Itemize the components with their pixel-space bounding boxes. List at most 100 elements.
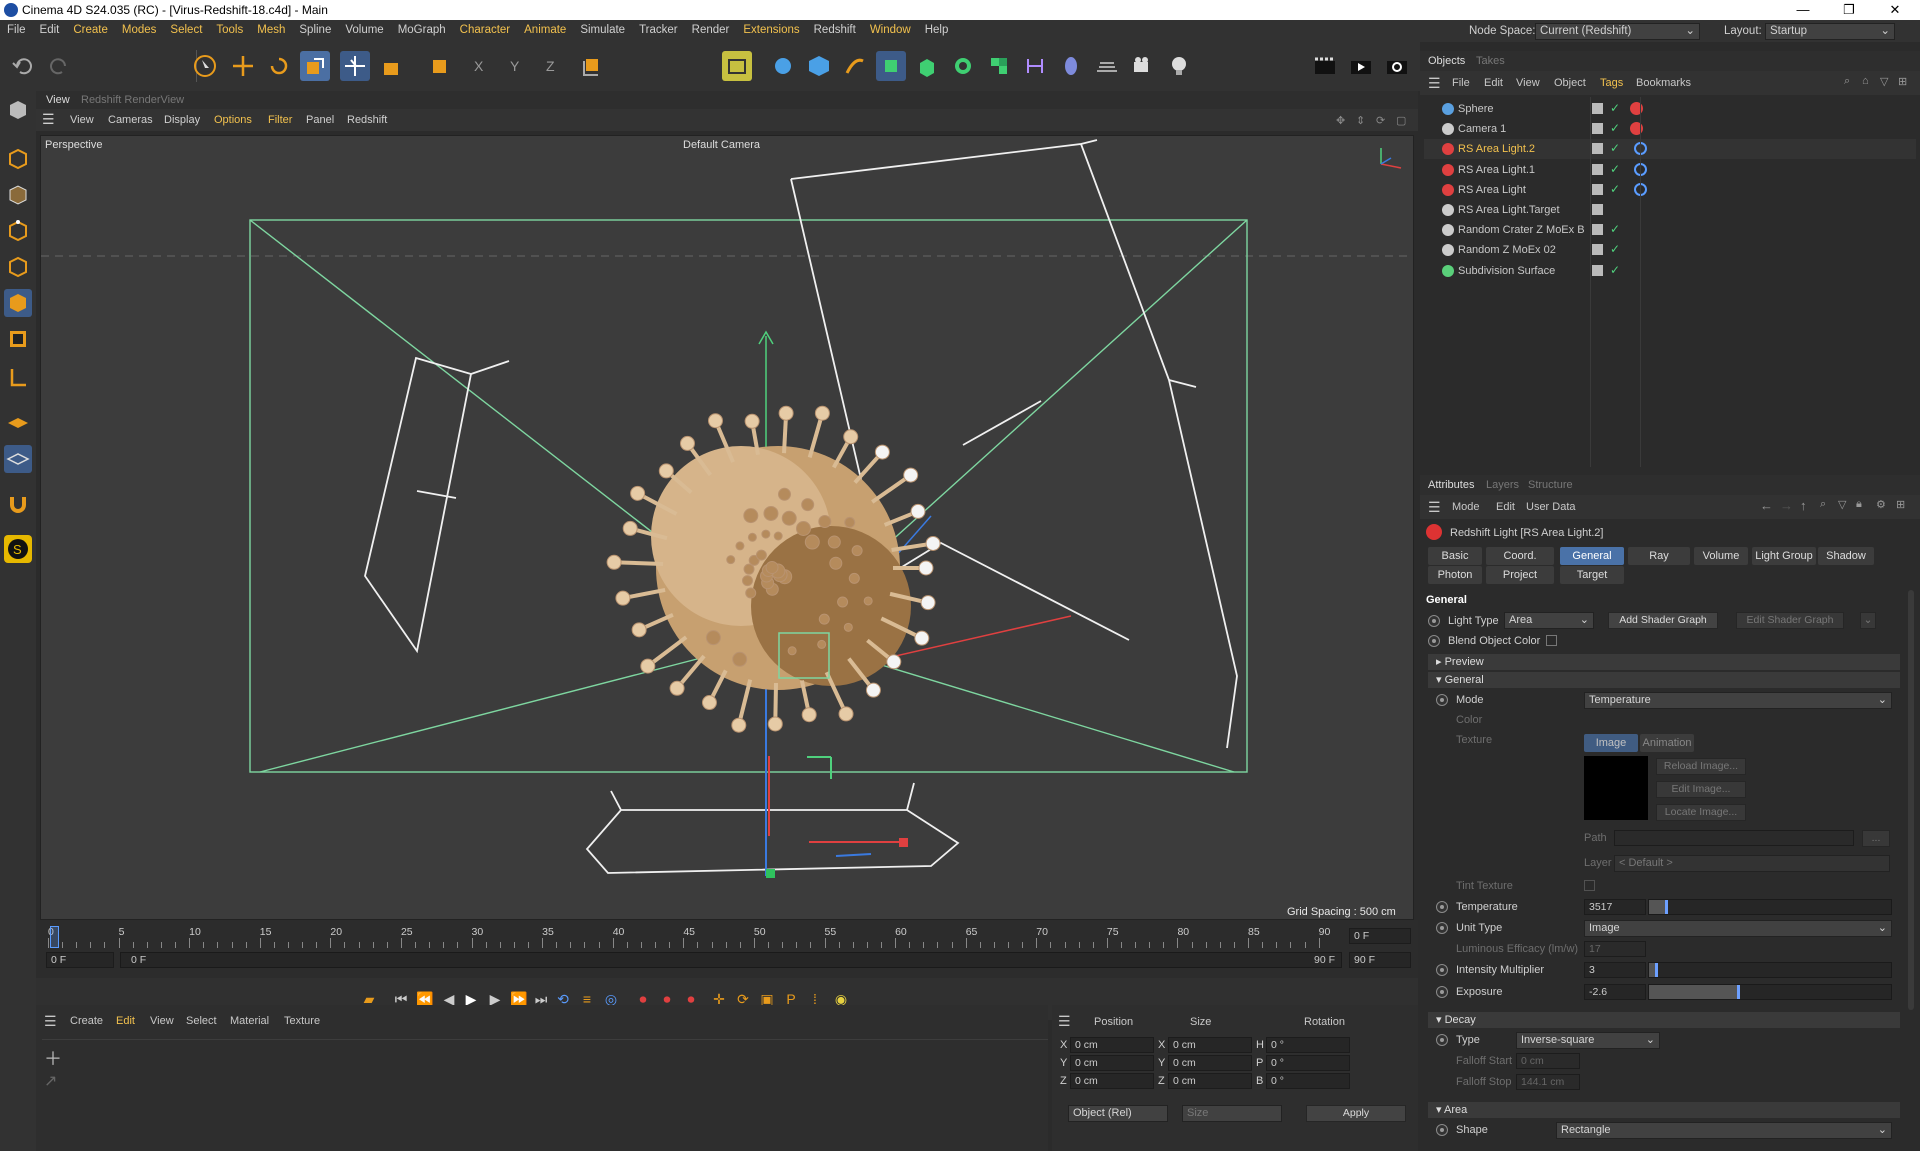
attr-tab-light-group[interactable]: Light Group <box>1752 547 1816 565</box>
render-play-icon[interactable] <box>1346 51 1376 81</box>
objects-menu-object[interactable]: Object <box>1554 77 1586 89</box>
enabled-check-icon[interactable]: ✓ <box>1610 101 1620 115</box>
menu-character[interactable]: Character <box>453 20 518 36</box>
apply-button[interactable]: Apply <box>1306 1105 1406 1122</box>
enabled-check-icon[interactable]: ✓ <box>1610 182 1620 196</box>
close-button[interactable]: ✕ <box>1872 0 1918 20</box>
rotation-field[interactable]: 0 ° <box>1266 1055 1350 1071</box>
viewport-menu-panel[interactable]: Panel <box>306 114 334 126</box>
filter-icon[interactable]: ▽ <box>1838 498 1846 511</box>
menu-redshift[interactable]: Redshift <box>807 20 863 36</box>
forward-arrow-icon[interactable]: → <box>1780 498 1793 513</box>
tint-texture-checkbox[interactable] <box>1584 880 1595 891</box>
locate-image-button[interactable]: Locate Image... <box>1656 804 1746 821</box>
object-row[interactable]: RS Area Light.1 ✓ <box>1424 160 1916 180</box>
tab-layers[interactable]: Layers <box>1486 479 1519 491</box>
search-icon[interactable]: ⌕ <box>1820 498 1826 511</box>
enabled-check-icon[interactable]: ✓ <box>1610 263 1620 277</box>
enabled-check-icon[interactable]: ✓ <box>1610 242 1620 256</box>
objects-menu-view[interactable]: View <box>1516 77 1540 89</box>
uv-mode-icon[interactable] <box>4 325 32 353</box>
editor-visibility-icon[interactable] <box>1592 224 1603 236</box>
hamburger-icon[interactable]: ☰ <box>42 111 55 128</box>
model-mode-icon[interactable] <box>4 145 32 173</box>
live-selection-icon[interactable] <box>190 51 220 81</box>
snap-grid-icon[interactable] <box>4 445 32 473</box>
rotation-field[interactable]: 0 ° <box>1266 1037 1350 1053</box>
extrude-icon[interactable] <box>912 51 942 81</box>
exposure-field[interactable]: -2.6 <box>1584 984 1646 1000</box>
maximize-view-icon[interactable]: ▢ <box>1396 114 1406 127</box>
menu-mograph[interactable]: MoGraph <box>391 20 453 36</box>
shader-graph-options-button[interactable]: ⌄ <box>1860 612 1876 629</box>
image-tab[interactable]: Image <box>1584 734 1638 752</box>
light-icon[interactable] <box>1164 51 1194 81</box>
mode-dropdown[interactable]: Temperature ⌄ <box>1584 692 1892 709</box>
rotation-field[interactable]: 0 ° <box>1266 1073 1350 1089</box>
viewport-menu-view[interactable]: View <box>70 114 94 126</box>
objects-menu-tags[interactable]: Tags <box>1600 77 1623 89</box>
object-name[interactable]: Subdivision Surface <box>1458 265 1555 277</box>
position-field[interactable]: 0 cm <box>1070 1073 1154 1089</box>
falloff-stop-field[interactable]: 144.1 cm <box>1516 1074 1580 1090</box>
start-frame-field[interactable]: 0 F <box>46 952 114 968</box>
pan-icon[interactable]: ✥ <box>1336 114 1345 127</box>
new-window-icon[interactable]: ⊞ <box>1898 75 1907 88</box>
attributes-menu-mode[interactable]: Mode <box>1452 501 1480 513</box>
placement-icon[interactable] <box>376 51 406 81</box>
dolly-icon[interactable]: ⇕ <box>1356 114 1365 127</box>
viewport-menu-redshift[interactable]: Redshift <box>347 114 387 126</box>
end-frame-field[interactable]: 90 F <box>1349 952 1411 968</box>
attributes-menu-user-data[interactable]: User Data <box>1526 501 1576 513</box>
position-field[interactable]: 0 cm <box>1070 1037 1154 1053</box>
edit-shader-graph-button[interactable]: Edit Shader Graph <box>1736 612 1844 629</box>
hamburger-icon[interactable]: ☰ <box>1058 1013 1071 1030</box>
object-name[interactable]: Sphere <box>1458 103 1493 115</box>
object-row[interactable]: Random Crater Z MoEx B ✓ <box>1424 220 1916 240</box>
menu-animate[interactable]: Animate <box>517 20 573 36</box>
object-name[interactable]: Random Z MoEx 02 <box>1458 244 1556 256</box>
material-menu-edit[interactable]: Edit <box>116 1015 135 1027</box>
menu-window[interactable]: Window <box>863 20 918 36</box>
menu-create[interactable]: Create <box>66 20 115 36</box>
attr-tab-project[interactable]: Project <box>1486 566 1554 584</box>
recent-tools-icon[interactable] <box>424 51 454 81</box>
settings-icon[interactable]: ⚙ <box>1876 498 1886 511</box>
range-slider[interactable]: 0 F 90 F <box>120 952 1342 968</box>
enabled-check-icon[interactable]: ✓ <box>1610 162 1620 176</box>
render-settings-icon[interactable] <box>1382 51 1412 81</box>
cloner-icon[interactable] <box>948 51 978 81</box>
enabled-check-icon[interactable]: ✓ <box>1610 222 1620 236</box>
tab-redshift-renderview[interactable]: Redshift RenderView <box>81 94 184 106</box>
texture-mode-icon[interactable] <box>4 181 32 209</box>
object-row[interactable]: RS Area Light.2 ✓ <box>1424 139 1916 160</box>
hamburger-icon[interactable]: ☰ <box>1428 499 1441 516</box>
unit-type-animate-icon[interactable] <box>1436 922 1448 934</box>
attr-tab-volume[interactable]: Volume <box>1694 547 1748 565</box>
floor-icon[interactable] <box>1092 51 1122 81</box>
size-field[interactable]: 0 cm <box>1168 1055 1252 1071</box>
object-name[interactable]: RS Area Light.2 <box>1458 143 1535 155</box>
intensity-animate-icon[interactable] <box>1436 964 1448 976</box>
object-name[interactable]: RS Area Light <box>1458 184 1526 196</box>
object-name[interactable]: RS Area Light.1 <box>1458 164 1535 176</box>
search-icon[interactable]: ⌕ <box>1844 75 1850 88</box>
attr-tab-target[interactable]: Target <box>1560 566 1624 584</box>
object-row[interactable]: Random Z MoEx 02 ✓ <box>1424 240 1916 260</box>
attr-tab-basic[interactable]: Basic <box>1428 547 1482 565</box>
size-mode-dropdown[interactable]: Size <box>1182 1105 1282 1122</box>
transform-icon[interactable] <box>340 51 370 81</box>
reload-image-button[interactable]: Reload Image... <box>1656 758 1746 775</box>
snap-magnet-icon[interactable] <box>4 491 32 519</box>
menu-modes[interactable]: Modes <box>115 20 164 36</box>
move-icon[interactable] <box>228 51 258 81</box>
shape-dropdown[interactable]: Rectangle ⌄ <box>1556 1122 1892 1139</box>
z-axis-lock-icon[interactable]: Z <box>540 51 570 81</box>
hamburger-icon[interactable]: ☰ <box>44 1013 57 1030</box>
add-shader-graph-button[interactable]: Add Shader Graph <box>1608 612 1718 629</box>
blend-object-color-animate-icon[interactable] <box>1428 635 1440 647</box>
menu-volume[interactable]: Volume <box>338 20 390 36</box>
pen-icon[interactable] <box>840 51 870 81</box>
add-material-icon[interactable]: ＋ <box>44 1045 62 1071</box>
menu-mesh[interactable]: Mesh <box>250 20 292 36</box>
